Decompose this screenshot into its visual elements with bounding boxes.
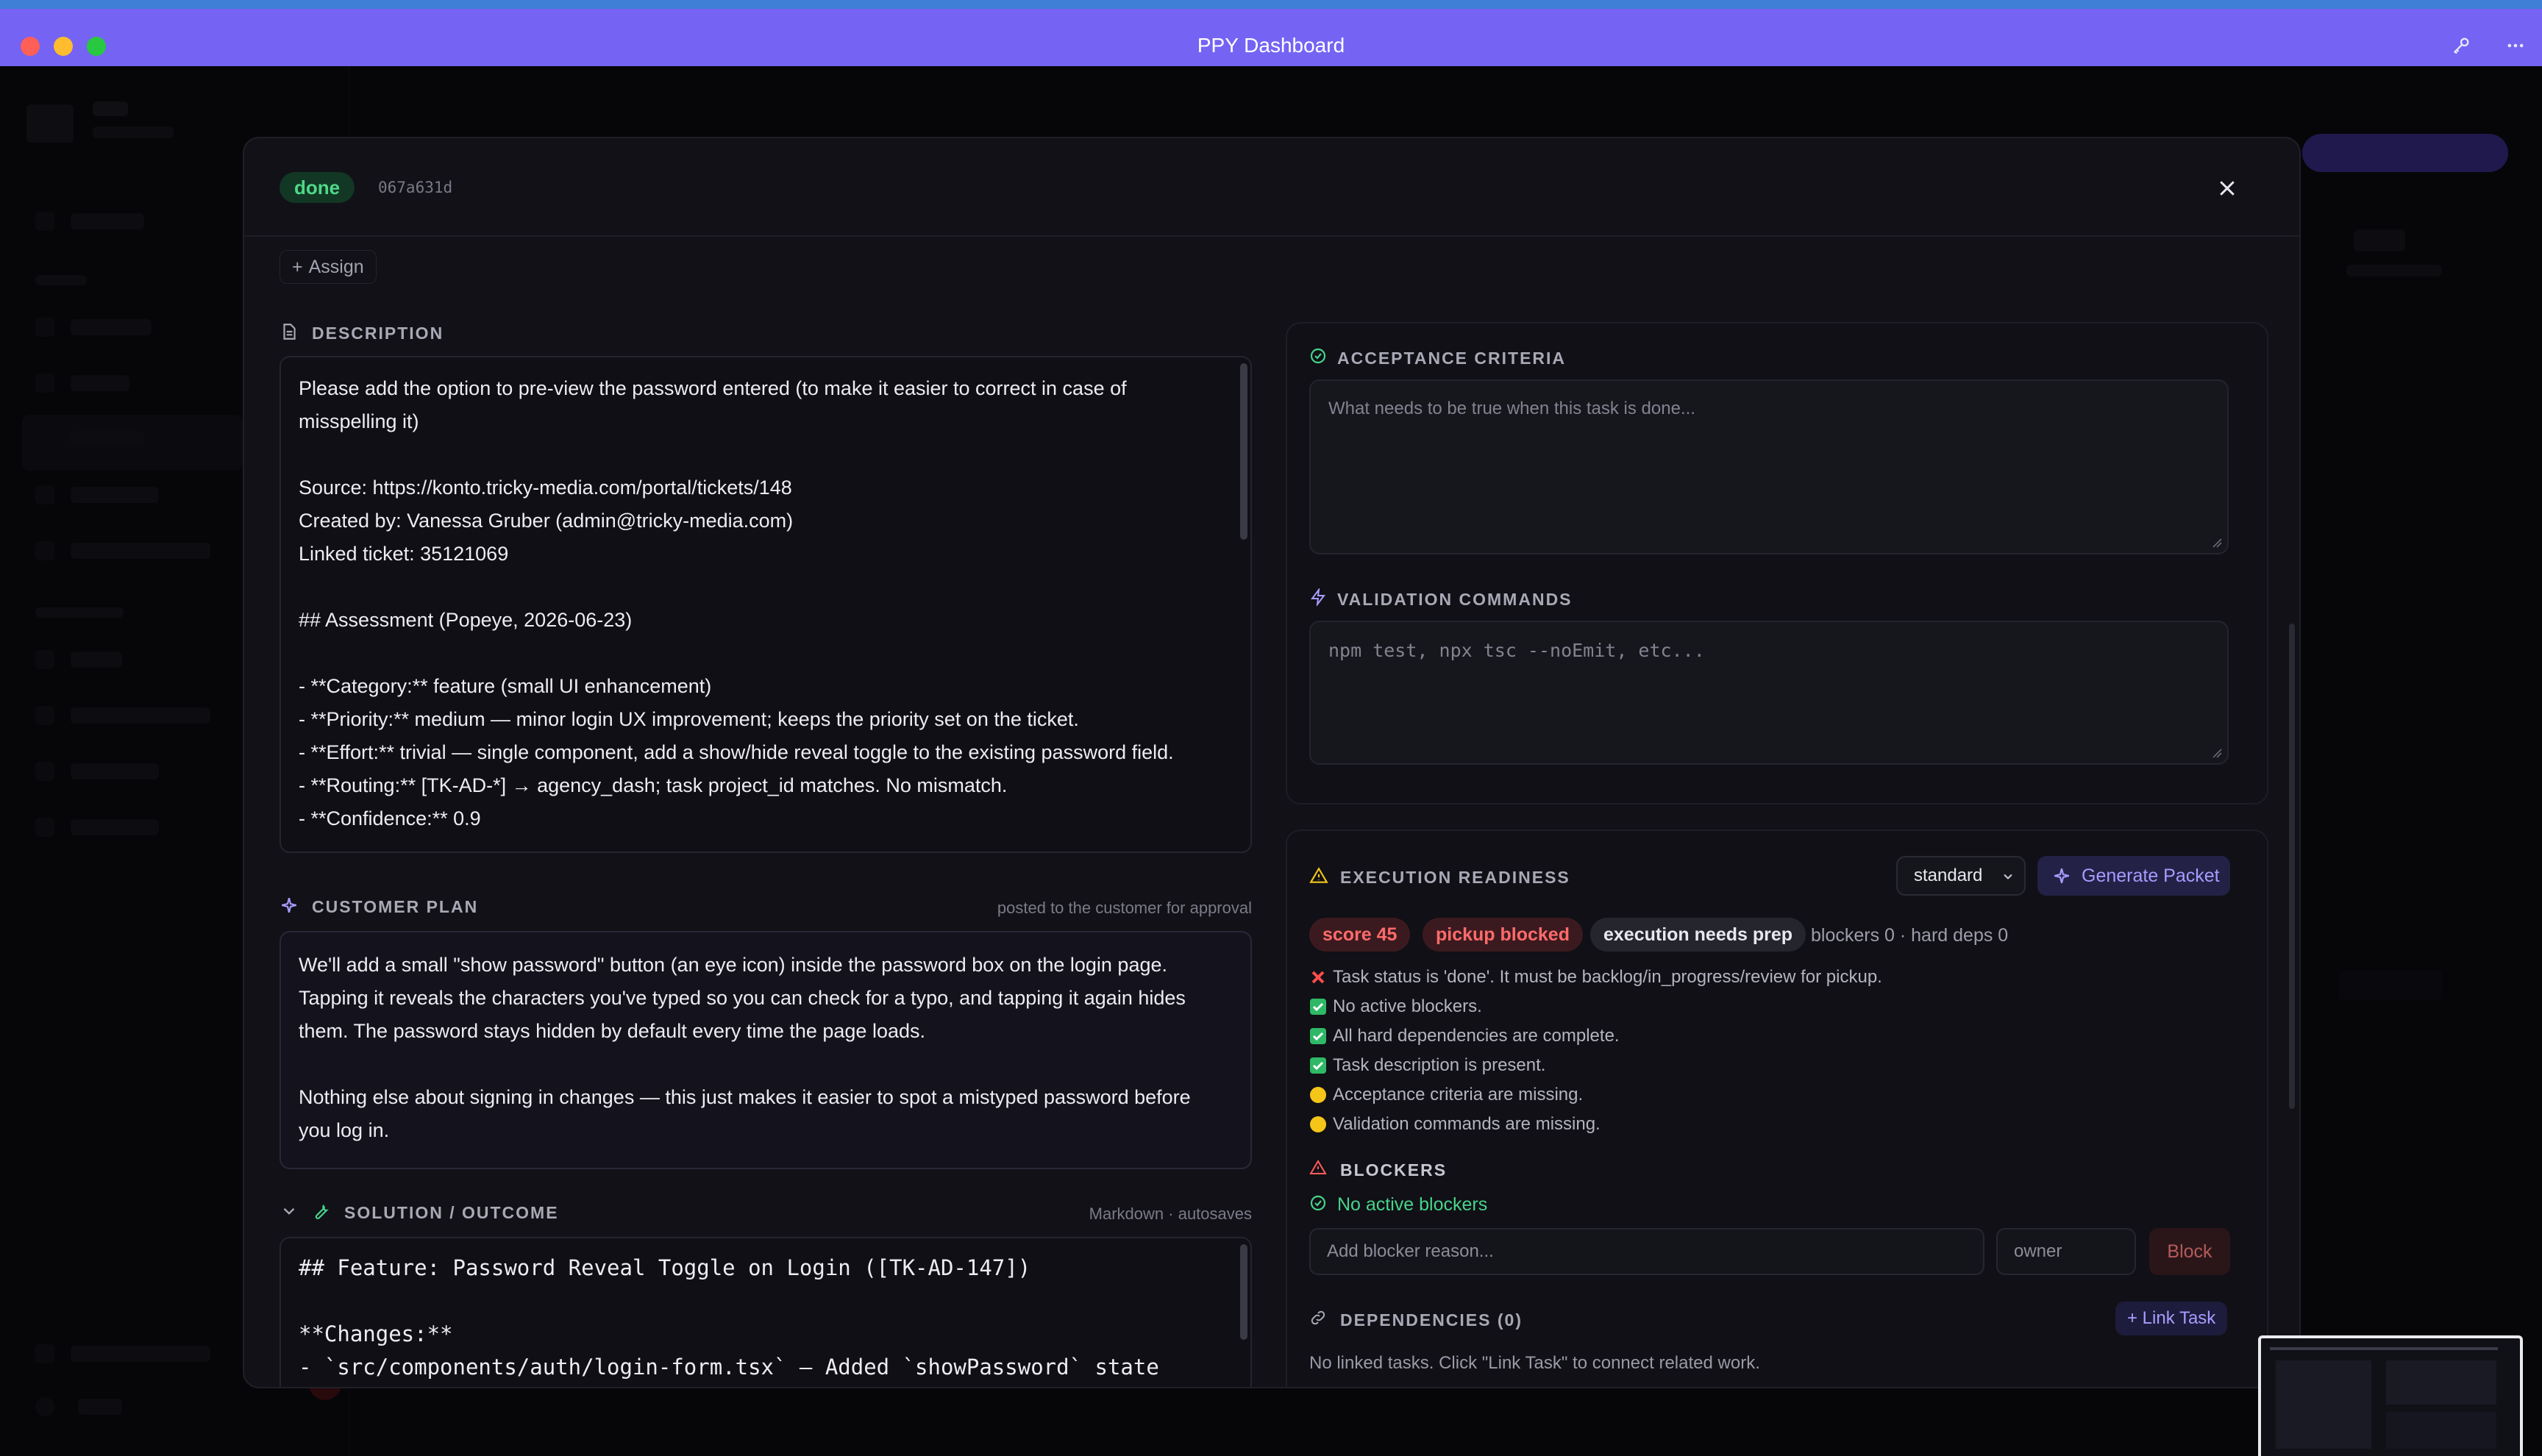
solution-text: ## Feature: Password Reveal Toggle on Lo… <box>299 1255 1159 1380</box>
thumb-line <box>2270 1347 2498 1350</box>
execution-status-pill: execution needs prep <box>1590 918 1806 952</box>
resize-handle-icon[interactable] <box>2211 537 2223 549</box>
readiness-mode-select[interactable]: standard <box>1896 856 2026 896</box>
screenshot-thumbnail[interactable] <box>2258 1335 2523 1456</box>
customer-plan-label: CUSTOMER PLAN <box>312 897 479 916</box>
modal-scrollbar[interactable] <box>2289 624 2295 1109</box>
warning-dot-icon <box>1310 1087 1326 1103</box>
validation-textarea[interactable]: npm test, npx tsc --noEmit, etc... <box>1309 621 2229 765</box>
warning-dot-icon <box>1310 1116 1326 1132</box>
acceptance-label: ACCEPTANCE CRITERIA <box>1337 349 1567 368</box>
blocker-owner-input[interactable]: owner <box>1996 1228 2136 1275</box>
customer-plan-box[interactable]: We'll add a small "show password" button… <box>280 931 1252 1169</box>
score-pill: score 45 <box>1309 918 1411 952</box>
customer-plan-note: posted to the customer for approval <box>997 899 1252 917</box>
solution-scrollbar[interactable] <box>1240 1244 1247 1340</box>
plus-icon: + <box>292 257 303 277</box>
dependencies-label: DEPENDENCIES (0) <box>1340 1310 1523 1330</box>
key-icon[interactable] <box>2446 31 2476 60</box>
acceptance-textarea[interactable]: What needs to be true when this task is … <box>1309 379 2229 554</box>
close-icon <box>2220 181 2235 196</box>
blocker-reason-input[interactable]: Add blocker reason... <box>1309 1228 1984 1275</box>
description-text: Please add the option to pre-view the pa… <box>299 377 1174 829</box>
cross-icon <box>1311 971 1325 984</box>
validation-placeholder: npm test, npx tsc --noEmit, etc... <box>1328 640 1705 661</box>
generate-packet-label: Generate Packet <box>2082 866 2220 886</box>
description-scrollbar[interactable] <box>1240 363 1247 540</box>
checkmark-icon <box>1310 1028 1326 1044</box>
lightning-icon <box>1311 588 1325 606</box>
chevron-down-icon[interactable] <box>280 1202 299 1221</box>
dependencies-empty-text: No linked tasks. Click "Link Task" to co… <box>1309 1353 1760 1373</box>
readiness-label: EXECUTION READINESS <box>1340 868 1570 887</box>
check-text: All hard dependencies are complete. <box>1333 1026 1620 1046</box>
task-detail-modal: done 067a631d + Assign DESCRIPTION Please… <box>243 137 2301 1388</box>
assign-label: Assign <box>308 257 364 277</box>
block-button[interactable]: Block <box>2149 1228 2230 1275</box>
check-text: Task description is present. <box>1333 1055 1546 1075</box>
blockers-status: No active blockers <box>1337 1194 1488 1215</box>
check-text: Task status is 'done'. It must be backlo… <box>1333 967 1882 987</box>
thumb-block <box>2276 1360 2371 1449</box>
chevron-down-icon <box>2004 874 2012 879</box>
solution-editor[interactable]: ## Feature: Password Reveal Toggle on Lo… <box>280 1237 1252 1387</box>
generate-packet-button[interactable]: Generate Packet <box>2037 856 2230 896</box>
wrench-icon <box>315 1204 329 1219</box>
sparkle-icon <box>2054 868 2070 884</box>
description-textarea[interactable]: Please add the option to pre-view the pa… <box>280 356 1252 853</box>
readiness-meta: blockers 0 · hard deps 0 <box>1811 925 2009 946</box>
thumb-block <box>2386 1360 2496 1405</box>
close-button[interactable] <box>2208 169 2246 207</box>
check-circle-icon <box>1310 348 1326 364</box>
check-circle-icon <box>1310 1195 1326 1211</box>
document-icon <box>283 324 296 340</box>
alert-triangle-icon <box>1309 1160 1327 1174</box>
more-icon[interactable] <box>2501 31 2530 60</box>
validation-label: VALIDATION COMMANDS <box>1337 590 1573 609</box>
assign-button[interactable]: + Assign <box>280 250 377 284</box>
warning-icon <box>1309 867 1328 883</box>
solution-label: SOLUTION / OUTCOME <box>344 1203 559 1222</box>
solution-note: Markdown · autosaves <box>1089 1205 1252 1223</box>
window-title: PPY Dashboard <box>1197 34 1345 57</box>
check-text: No active blockers. <box>1333 996 1482 1016</box>
modal-header: done 067a631d <box>244 138 2299 237</box>
customer-plan-text: We'll add a small "show password" button… <box>299 954 1191 1141</box>
checkmark-icon <box>1310 999 1326 1015</box>
pickup-status-pill: pickup blocked <box>1423 918 1583 952</box>
link-icon <box>1311 1310 1325 1325</box>
link-task-button[interactable]: + Link Task <box>2115 1302 2228 1335</box>
checkmark-icon <box>1310 1057 1326 1074</box>
acceptance-placeholder: What needs to be true when this task is … <box>1328 399 1695 418</box>
thumb-block <box>2386 1412 2496 1449</box>
status-badge: done <box>280 172 355 203</box>
blockers-label: BLOCKERS <box>1340 1160 1448 1180</box>
readiness-mode-value: standard <box>1914 866 1983 885</box>
task-id: 067a631d <box>378 179 453 196</box>
description-label: DESCRIPTION <box>312 324 444 343</box>
window-titlebar: PPY Dashboard <box>0 0 2542 66</box>
check-text: Validation commands are missing. <box>1333 1114 1601 1134</box>
check-text: Acceptance criteria are missing. <box>1333 1085 1584 1105</box>
resize-handle-icon[interactable] <box>2211 747 2223 759</box>
sparkle-icon <box>281 897 297 913</box>
